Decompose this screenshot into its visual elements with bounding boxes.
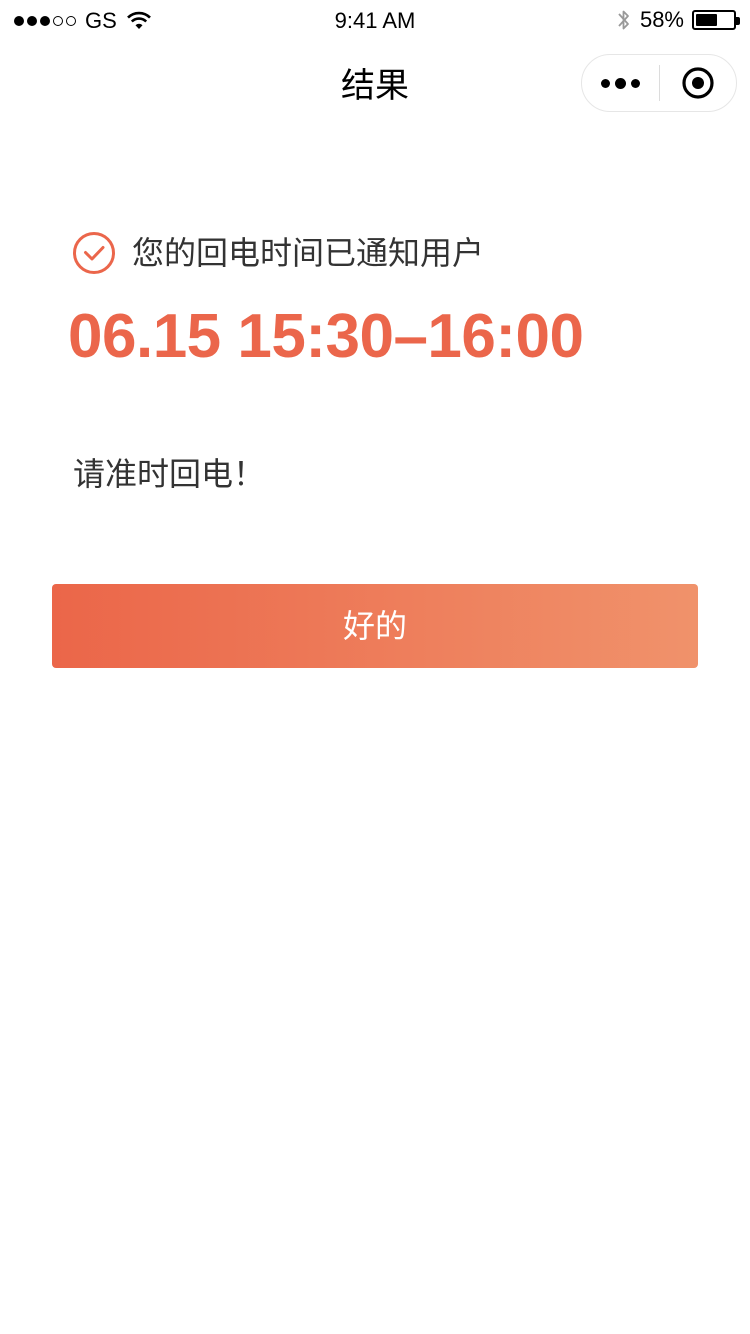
bluetooth-icon bbox=[618, 10, 629, 30]
ok-button-label: 好的 bbox=[342, 608, 407, 644]
status-right: 58% bbox=[616, 7, 740, 33]
navigation-bar: 结果 bbox=[0, 42, 750, 132]
mini-program-capsule bbox=[581, 54, 737, 112]
more-dot bbox=[614, 77, 626, 89]
battery-percent: 58% bbox=[639, 7, 684, 32]
more-button[interactable] bbox=[582, 54, 659, 112]
check-circle-icon bbox=[73, 232, 115, 274]
target-close-icon bbox=[682, 67, 714, 99]
ok-button[interactable]: 好的 bbox=[52, 584, 698, 668]
notice-row: 您的回电时间已通知用户 bbox=[72, 231, 484, 275]
more-dot bbox=[630, 78, 640, 88]
reminder-text: 请准时回电！ bbox=[73, 455, 266, 493]
callback-time-range: 06.15 15:30–16:00 bbox=[68, 302, 584, 371]
battery-icon bbox=[692, 10, 740, 30]
status-bar: GS 9:41 AM 58% bbox=[0, 0, 750, 42]
battery-fill bbox=[696, 14, 717, 26]
battery-tip bbox=[736, 17, 740, 25]
close-button[interactable] bbox=[660, 54, 737, 112]
more-dot bbox=[600, 78, 610, 88]
notice-text: 您的回电时间已通知用户 bbox=[132, 234, 485, 272]
